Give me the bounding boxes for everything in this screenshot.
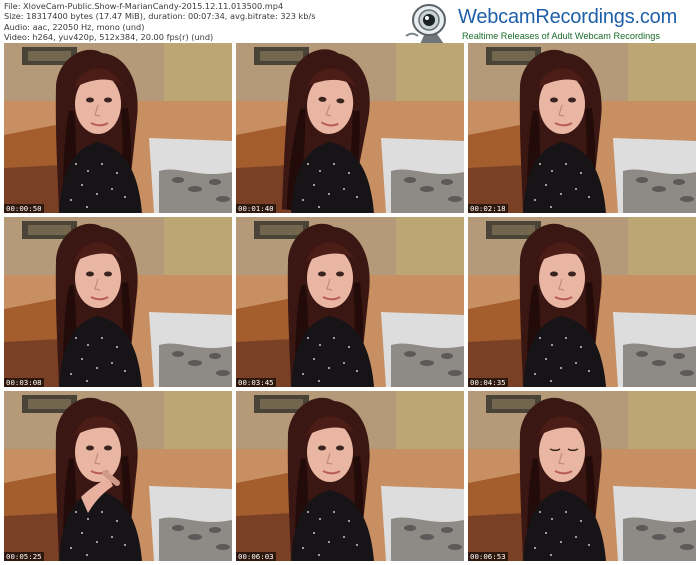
frame-timestamp: 00:02:18 [468, 204, 508, 213]
frame-timestamp: 00:03:45 [236, 378, 276, 387]
thumbnail-frame: 00:02:18 [468, 43, 696, 213]
video-frame [468, 391, 696, 561]
video-frame [4, 391, 232, 561]
frame-timestamp: 00:06:53 [468, 552, 508, 561]
video-info-line: Video: h264, yuv420p, 512x384, 20.00 fps… [4, 32, 214, 43]
frame-timestamp: 00:00:50 [4, 204, 44, 213]
frame-timestamp: 00:01:40 [236, 204, 276, 213]
video-frame [468, 43, 696, 213]
thumbnail-frame: 00:04:35 [468, 217, 696, 387]
file-name-line: File: XloveCam-Public.Show-f-MarianCandy… [4, 1, 284, 11]
frame-timestamp: 00:06:03 [236, 552, 276, 561]
video-frame [236, 391, 464, 561]
file-size-line: Size: 18317400 bytes (17.47 MiB), durati… [4, 11, 316, 22]
frame-timestamp: 00:05:25 [4, 552, 44, 561]
thumbnail-frame: 00:05:25 [4, 391, 232, 561]
thumbnail-frame: 00:06:03 [236, 391, 464, 561]
frame-timestamp: 00:03:08 [4, 378, 44, 387]
video-frame [4, 217, 232, 387]
thumbnail-grid: 00:00:50 00:01:40 00:02:18 00:03:08 00:0… [4, 43, 698, 561]
video-frame [4, 43, 232, 213]
thumbnail-frame: 00:03:08 [4, 217, 232, 387]
frame-timestamp: 00:04:35 [468, 378, 508, 387]
logo-title: WebcamRecordings.com [458, 6, 678, 28]
thumbnail-frame: 00:03:45 [236, 217, 464, 387]
audio-info-line: Audio: aac, 22050 Hz, mono (und) [4, 21, 145, 32]
logo-tagline: Realtime Releases of Adult Webcam Record… [462, 31, 660, 41]
thumbnail-frame: 00:01:40 [236, 43, 464, 213]
site-logo: WebcamRecordings.com Realtime Releases o… [402, 2, 698, 46]
video-frame [236, 43, 464, 213]
thumbnail-frame: 00:06:53 [468, 391, 696, 561]
webcam-icon [405, 4, 447, 46]
file-info: File: XloveCam-Public.Show-f-MarianCandy… [4, 1, 394, 43]
thumbnail-frame: 00:00:50 [4, 43, 232, 213]
video-frame [468, 217, 696, 387]
video-frame [236, 217, 464, 387]
